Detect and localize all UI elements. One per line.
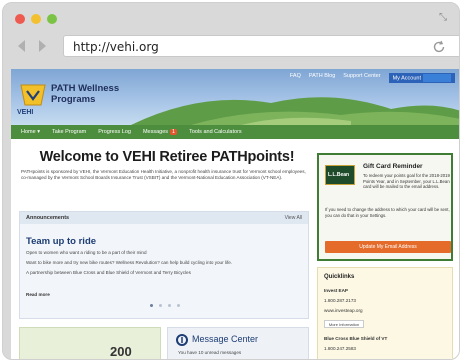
link-support-center[interactable]: Support Center xyxy=(343,73,380,83)
announcements-title: Announcements xyxy=(26,215,70,221)
gift-card-body-2: If you need to change the address to whi… xyxy=(325,207,450,218)
carousel-dot-3[interactable] xyxy=(168,304,171,307)
site-title: PATH Wellness Programs xyxy=(51,83,141,105)
account-name-box xyxy=(423,74,451,82)
llbean-logo: L.L.Bean xyxy=(325,165,355,185)
my-account-menu[interactable]: My Account xyxy=(388,73,455,83)
nav-home[interactable]: Home ▾ xyxy=(21,129,40,135)
forward-arrow-icon[interactable] xyxy=(37,39,49,53)
site-header: VEHI PATH Wellness Programs FAQ PATH Blo… xyxy=(11,69,459,125)
quicklinks-panel: Quicklinks Invest EAP 1.800.287.2173 www… xyxy=(317,267,453,359)
view-all-link[interactable]: View All xyxy=(285,215,302,221)
url-text[interactable]: http://vehi.org xyxy=(73,40,159,54)
announcement-line-3: A partnership between Blue Cross and Blu… xyxy=(26,270,191,275)
nav-take-program[interactable]: Take Program xyxy=(52,129,86,135)
carousel-dot-1[interactable] xyxy=(150,304,153,307)
vehi-logo-icon[interactable] xyxy=(19,81,47,109)
message-center-card[interactable]: Message Center You have 10 unread messag… xyxy=(167,327,309,359)
my-account-label: My Account xyxy=(392,75,421,82)
main-navigation: Home ▾ Take Program Progress Log Message… xyxy=(11,125,459,139)
update-email-button[interactable]: Update My Email Address xyxy=(325,241,451,253)
link-faq[interactable]: FAQ xyxy=(290,73,301,83)
site-title-line1: PATH Wellness xyxy=(51,83,120,94)
address-bar[interactable]: http://vehi.org xyxy=(63,35,459,57)
maximize-window-button[interactable] xyxy=(47,14,57,24)
message-center-subtitle: You have 10 unread messages xyxy=(178,350,242,355)
quicklinks-header: Quicklinks xyxy=(324,274,355,280)
site-title-line2: Programs xyxy=(51,94,96,105)
announcement-headline: Team up to ride xyxy=(26,236,97,247)
points-value: 200 xyxy=(110,344,132,359)
nav-progress-log[interactable]: Progress Log xyxy=(98,129,131,135)
navigation-bar: http://vehi.org xyxy=(3,29,459,63)
logo-text: VEHI xyxy=(17,109,34,116)
quicklink-phone-2: 1.800.247.2583 xyxy=(324,346,356,351)
nav-messages-label: Messages xyxy=(142,129,169,135)
welcome-heading: Welcome to VEHI Retiree PATHpoints! xyxy=(39,149,295,165)
carousel-dot-4[interactable] xyxy=(177,304,180,307)
minimize-window-button[interactable] xyxy=(31,14,41,24)
llbean-logo-text: L.L.Bean xyxy=(328,172,350,178)
messages-count-badge: 1 xyxy=(170,129,178,135)
reload-icon[interactable] xyxy=(432,40,446,54)
gift-card-body: To redeem your points goal for the 2018-… xyxy=(363,173,450,190)
top-links: FAQ PATH Blog Support Center My Account xyxy=(290,73,455,83)
announcements-panel: Announcements View All Team up to ride O… xyxy=(19,211,309,319)
nav-messages[interactable]: Messages 1 xyxy=(142,129,178,135)
nav-tools-calculators[interactable]: Tools and Calculators xyxy=(189,129,242,135)
browser-window: ⤡ http://vehi.org VEHI PATH Wellness Pro… xyxy=(2,2,460,360)
announcements-header: Announcements View All xyxy=(20,212,308,224)
quicklink-bcbs[interactable]: Blue Cross Blue Shield of VT xyxy=(324,336,387,341)
points-card: 200 xyxy=(19,327,161,359)
message-center-icon xyxy=(176,334,188,346)
quicklink-invest-eap[interactable]: Invest EAP xyxy=(324,288,348,293)
carousel-dots xyxy=(150,304,180,307)
gift-card-reminder: L.L.Bean Gift Card Reminder To redeem yo… xyxy=(317,153,453,261)
quicklink-phone-1: 1.800.287.2173 xyxy=(324,298,356,303)
back-arrow-icon[interactable] xyxy=(15,39,27,53)
link-path-blog[interactable]: PATH Blog xyxy=(309,73,335,83)
title-bar: ⤡ xyxy=(3,3,459,29)
quicklink-site-1[interactable]: www.investeap.org xyxy=(324,308,363,313)
expand-icon[interactable]: ⤡ xyxy=(437,12,449,24)
close-window-button[interactable] xyxy=(15,14,25,24)
announcement-line-2: Want to bike more and try new bike route… xyxy=(26,260,233,265)
announcement-line-1: Open to women who want a riding to be a … xyxy=(26,250,147,255)
welcome-section: Welcome to VEHI Retiree PATHpoints! PATH… xyxy=(21,149,313,181)
welcome-body: PATHpoints is sponsored by VEHI, the Ver… xyxy=(21,169,306,180)
web-page: VEHI PATH Wellness Programs FAQ PATH Blo… xyxy=(11,69,459,359)
gift-card-title: Gift Card Reminder xyxy=(363,163,423,170)
carousel-dot-2[interactable] xyxy=(159,304,162,307)
message-center-title: Message Center xyxy=(192,334,259,344)
more-information-button[interactable]: More Information xyxy=(324,320,364,328)
read-more-link[interactable]: Read more xyxy=(26,292,50,297)
